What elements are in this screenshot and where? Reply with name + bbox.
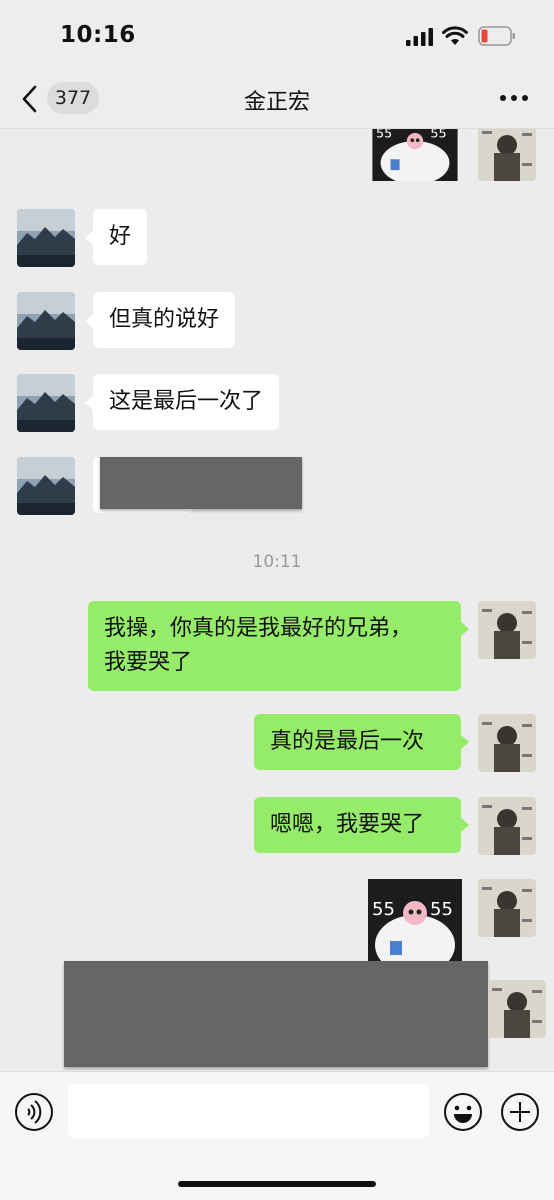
contact-avatar[interactable] — [17, 457, 75, 515]
svg-text:55: 55 — [430, 899, 453, 920]
chat-title: 金正宏 — [243, 90, 310, 115]
message-input[interactable] — [68, 1084, 429, 1138]
sticker-message[interactable]: 55 55 — [368, 879, 462, 973]
battery-icon — [478, 26, 515, 46]
cellular-signal-icon — [406, 28, 433, 46]
input-bar — [0, 1071, 554, 1200]
sticker-message[interactable]: 55 55 — [368, 129, 462, 181]
voice-icon[interactable] — [14, 1092, 54, 1132]
message-bubble-outgoing[interactable]: 我操，你真的是我最好的兄弟， 我要哭了 — [88, 601, 461, 691]
chat-header: 377 金正宏 — [0, 70, 554, 129]
message-list[interactable]: 55 55 好 但真的说好 这是最后一次了 10:11 我操，你真的是我最好的兄… — [0, 129, 554, 1071]
status-time: 10:16 — [60, 22, 136, 48]
home-indicator[interactable] — [178, 1181, 376, 1187]
message-bubble-incoming[interactable]: 好 — [93, 209, 148, 265]
redacted-block — [64, 961, 488, 1067]
my-avatar[interactable] — [478, 129, 536, 181]
message-bubble-incoming[interactable]: 这是最后一次了 — [93, 374, 280, 430]
my-avatar[interactable] — [478, 601, 536, 659]
emoji-icon[interactable] — [443, 1092, 483, 1132]
svg-text:55: 55 — [430, 129, 446, 141]
contact-avatar[interactable] — [17, 209, 75, 267]
status-bar: 10:16 — [0, 0, 554, 70]
message-timestamp: 10:11 — [252, 552, 302, 572]
redacted-block — [100, 457, 302, 509]
my-avatar[interactable] — [478, 714, 536, 772]
crying-skull-sticker-icon: 55 55 — [368, 879, 462, 973]
contact-avatar[interactable] — [17, 292, 75, 350]
message-bubble-incoming[interactable]: 但真的说好 — [93, 292, 236, 348]
my-avatar[interactable] — [478, 879, 536, 937]
svg-text:55: 55 — [372, 899, 395, 920]
wifi-icon — [442, 26, 468, 45]
my-avatar[interactable] — [488, 980, 546, 1038]
my-avatar[interactable] — [478, 797, 536, 855]
more-icon[interactable] — [498, 90, 530, 106]
svg-text:55: 55 — [376, 129, 392, 141]
message-bubble-outgoing[interactable]: 嗯嗯，我要哭了 — [254, 797, 461, 853]
crying-skull-sticker-icon: 55 55 — [372, 129, 458, 181]
message-bubble-outgoing[interactable]: 真的是最后一次 — [254, 714, 461, 770]
contact-avatar[interactable] — [17, 374, 75, 432]
plus-circle-icon[interactable] — [500, 1092, 540, 1132]
